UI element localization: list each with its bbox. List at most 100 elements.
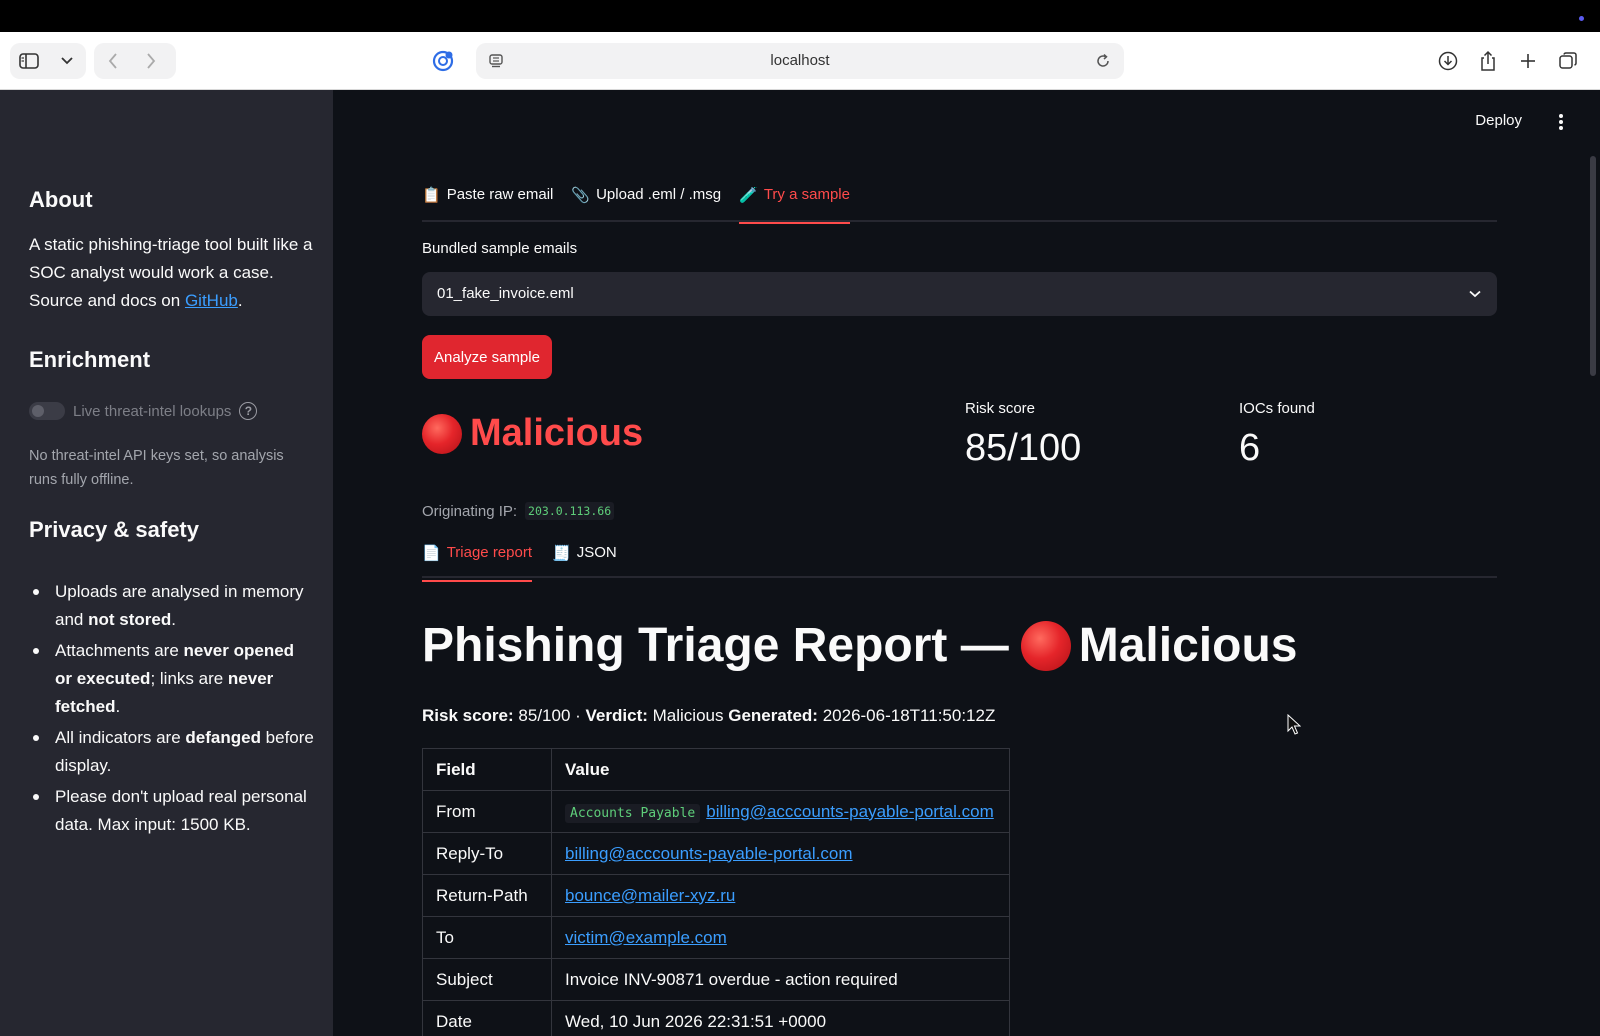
origin-ip-value: 203.0.113.66 bbox=[525, 502, 615, 520]
field-cell: Return-Path bbox=[422, 874, 552, 917]
list-item: Uploads are analysed in memory and not s… bbox=[29, 578, 314, 634]
new-tab-icon[interactable] bbox=[1512, 43, 1544, 79]
enrichment-heading: Enrichment bbox=[29, 347, 151, 372]
display-name-code: Accounts Payable bbox=[565, 803, 701, 823]
red-circle-icon bbox=[422, 413, 462, 454]
red-circle-icon bbox=[1020, 620, 1071, 671]
url-text[interactable]: localhost bbox=[476, 52, 1124, 69]
table-row: Return-Path bounce@mailer-xyz.ru bbox=[422, 874, 1010, 917]
tab-overview-icon[interactable] bbox=[1552, 43, 1584, 79]
field-cell: Reply-To bbox=[422, 832, 552, 875]
reload-icon[interactable] bbox=[1092, 50, 1114, 72]
value-cell: Wed, 10 Jun 2026 22:31:51 +0000 bbox=[551, 1000, 1010, 1036]
nav-buttons bbox=[94, 43, 176, 79]
deploy-button[interactable]: Deploy bbox=[1475, 112, 1522, 129]
document-icon: 📄 bbox=[422, 545, 441, 562]
about-suffix: . bbox=[237, 291, 243, 310]
back-arrow-icon[interactable] bbox=[94, 43, 132, 79]
field-cell: From bbox=[422, 790, 552, 833]
system-bar bbox=[0, 0, 1600, 32]
metric-value: 85/100 bbox=[965, 427, 1082, 469]
header-fields-table: Field Value From Accounts Payable billing… bbox=[422, 748, 1010, 1036]
verdict-text: Malicious bbox=[470, 412, 644, 454]
threat-intel-toggle[interactable] bbox=[29, 402, 65, 420]
privacy-heading: Privacy & safety bbox=[29, 517, 199, 542]
about-description: A static phishing-triage tool built like… bbox=[29, 235, 313, 310]
forward-arrow-icon[interactable] bbox=[132, 43, 170, 79]
verdict: Malicious bbox=[422, 412, 643, 455]
sidebar: About A static phishing-triage tool buil… bbox=[0, 90, 333, 1036]
receipt-icon: 🧾 bbox=[552, 545, 571, 562]
tab-try-sample[interactable]: 🧪 Try a sample bbox=[739, 182, 850, 224]
extension-icon[interactable] bbox=[430, 48, 456, 74]
email-link[interactable]: billing@acccounts-payable-portal.com bbox=[706, 802, 994, 821]
table-row: From Accounts Payable billing@acccounts-p… bbox=[422, 790, 1010, 833]
sample-select[interactable]: 01_fake_invoice.eml bbox=[422, 272, 1497, 316]
about-heading: About bbox=[29, 187, 93, 212]
value-cell: Accounts Payable billing@acccounts-payabl… bbox=[551, 790, 1010, 833]
main-content: Deploy 📋 Paste raw email 📎 Upload .eml / .… bbox=[333, 90, 1600, 1036]
metric-label: Risk score bbox=[965, 400, 1036, 417]
threat-intel-toggle-row: Live threat-intel lookups ? bbox=[29, 402, 258, 420]
field-cell: Subject bbox=[422, 958, 552, 1001]
tab-label: Upload .eml / .msg bbox=[596, 186, 722, 203]
report-title-text: Phishing Triage Report — bbox=[422, 619, 1009, 672]
sample-select-value: 01_fake_invoice.eml bbox=[437, 285, 574, 302]
address-bar[interactable]: localhost bbox=[476, 43, 1124, 79]
tab-triage-report[interactable]: 📄 Triage report bbox=[422, 540, 532, 582]
field-cell: Date bbox=[422, 1000, 552, 1036]
field-cell: To bbox=[422, 916, 552, 959]
test-tube-icon: 🧪 bbox=[739, 187, 758, 204]
tab-label: Paste raw email bbox=[446, 186, 554, 203]
report-title-verdict: Malicious bbox=[1078, 619, 1298, 672]
mouse-cursor-icon bbox=[1287, 714, 1301, 735]
input-tabs: 📋 Paste raw email 📎 Upload .eml / .msg 🧪 Tr… bbox=[422, 182, 1497, 224]
offline-caption: No threat-intel API keys set, so analysi… bbox=[29, 448, 284, 488]
about-text: A static phishing-triage tool built like… bbox=[29, 231, 314, 315]
table-row: To victim@example.com bbox=[422, 916, 1010, 959]
originating-ip: Originating IP: 203.0.113.66 bbox=[422, 502, 615, 520]
origin-label: Originating IP: bbox=[422, 502, 518, 520]
browser-actions bbox=[1432, 43, 1584, 79]
sample-select-label: Bundled sample emails bbox=[422, 240, 578, 257]
github-link[interactable]: GitHub bbox=[185, 291, 238, 310]
tab-label: Try a sample bbox=[763, 186, 850, 203]
column-header: Value bbox=[551, 748, 1010, 791]
risk-score-metric: Risk score 85/100 bbox=[965, 400, 1081, 470]
sidebar-toggle-icon[interactable] bbox=[10, 43, 48, 79]
tab-paste-raw-email[interactable]: 📋 Paste raw email bbox=[422, 182, 553, 222]
iocs-metric: IOCs found 6 bbox=[1239, 400, 1315, 470]
paperclip-icon: 📎 bbox=[571, 187, 591, 204]
value-cell: victim@example.com bbox=[551, 916, 1010, 959]
sidebar-toggle-group bbox=[10, 43, 86, 79]
tab-upload[interactable]: 📎 Upload .eml / .msg bbox=[571, 182, 721, 222]
column-header: Field bbox=[422, 748, 552, 791]
tab-label: Triage report bbox=[446, 544, 532, 561]
table-header-row: Field Value bbox=[422, 748, 1010, 791]
privacy-list: Uploads are analysed in memory and not s… bbox=[29, 578, 314, 842]
more-menu-icon[interactable] bbox=[1556, 112, 1566, 132]
table-row: Subject Invoice INV-90871 overdue - acti… bbox=[422, 958, 1010, 1001]
chevron-down-icon[interactable] bbox=[48, 43, 86, 79]
email-link[interactable]: billing@acccounts-payable-portal.com bbox=[565, 844, 853, 863]
browser-toolbar: localhost bbox=[0, 32, 1600, 90]
toggle-label: Live threat-intel lookups bbox=[73, 402, 232, 420]
clipboard-icon: 📋 bbox=[422, 187, 441, 204]
help-icon[interactable]: ? bbox=[239, 402, 258, 420]
share-icon[interactable] bbox=[1472, 43, 1504, 79]
list-item: All indicators are defanged before displ… bbox=[29, 724, 314, 780]
download-icon[interactable] bbox=[1432, 43, 1464, 79]
email-link[interactable]: bounce@mailer-xyz.ru bbox=[565, 886, 735, 905]
chevron-down-icon bbox=[1467, 286, 1483, 302]
tab-json[interactable]: 🧾 JSON bbox=[552, 540, 617, 580]
value-cell: Invoice INV-90871 overdue - action requi… bbox=[551, 958, 1010, 1001]
table-row: Date Wed, 10 Jun 2026 22:31:51 +0000 bbox=[422, 1000, 1010, 1036]
scrollbar[interactable] bbox=[1590, 156, 1596, 376]
value-cell: bounce@mailer-xyz.ru bbox=[551, 874, 1010, 917]
metric-value: 6 bbox=[1239, 427, 1261, 469]
value-cell: billing@acccounts-payable-portal.com bbox=[551, 832, 1010, 875]
metric-label: IOCs found bbox=[1239, 400, 1315, 417]
email-link[interactable]: victim@example.com bbox=[565, 928, 727, 947]
analyze-sample-button[interactable]: Analyze sample bbox=[422, 335, 552, 379]
report-meta: Risk score: 85/100 · Verdict: Malicious … bbox=[422, 706, 996, 725]
